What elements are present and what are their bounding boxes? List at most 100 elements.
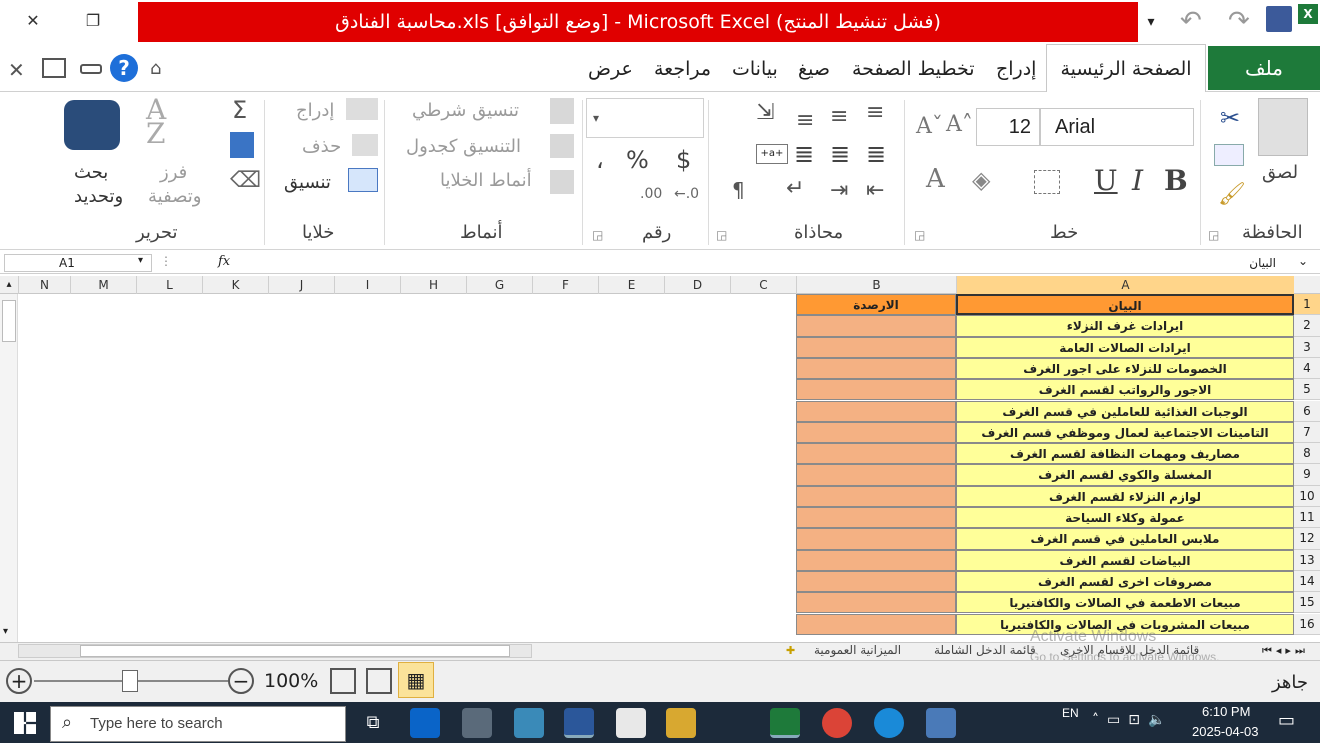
tab-data[interactable]: بيانات [732, 52, 778, 86]
cell-balance[interactable] [796, 421, 956, 444]
chrome-icon[interactable] [822, 708, 852, 738]
cell-balance[interactable] [796, 379, 956, 401]
taskbar-date[interactable]: 2025-04-03 [1192, 724, 1259, 739]
borders-icon[interactable] [1034, 170, 1060, 194]
insert-sheet-icon[interactable]: ✚ [786, 644, 795, 657]
autosum-button[interactable]: Σ [232, 96, 247, 124]
increase-decimal-icon[interactable]: ←.0 [674, 186, 699, 202]
column-header-f[interactable]: F [532, 276, 598, 294]
name-box-dropdown-icon[interactable]: ▾ [138, 255, 143, 266]
cut-icon[interactable]: ✂ [1220, 104, 1240, 132]
header-cell-balance[interactable]: الارصدة [796, 294, 956, 316]
row-header[interactable]: 1 [1294, 294, 1320, 316]
cell-balance[interactable] [796, 592, 956, 614]
row-header[interactable]: 10 [1294, 485, 1320, 507]
page-break-view-icon[interactable] [330, 668, 356, 694]
expand-formula-icon[interactable]: ⌄ [1298, 254, 1308, 268]
align-middle-icon[interactable]: ≡ [830, 104, 848, 129]
italic-button[interactable]: I [1132, 164, 1143, 197]
row-header[interactable]: 3 [1294, 336, 1320, 358]
app-icon[interactable] [926, 708, 956, 738]
row-header[interactable]: 6 [1294, 400, 1320, 422]
ribbon-collapse-icon[interactable]: ⌂ [150, 58, 161, 79]
format-painter-icon[interactable]: 🖌 [1218, 182, 1246, 207]
header-cell-statement[interactable]: البيان [956, 294, 1294, 316]
clear-icon[interactable]: ⌫ [230, 168, 261, 193]
format-cells-button[interactable]: تنسيق [284, 172, 331, 193]
row-header[interactable]: 4 [1294, 357, 1320, 380]
scroll-down-icon[interactable]: ▾ [3, 626, 8, 637]
row-header[interactable]: 15 [1294, 592, 1320, 614]
customize-qat-icon[interactable]: ▾ [1140, 8, 1162, 36]
cell-balance[interactable] [796, 400, 956, 422]
vertical-scroll-thumb[interactable] [2, 300, 16, 342]
row-header[interactable]: 7 [1294, 421, 1320, 444]
window-restore-icon[interactable] [42, 58, 66, 78]
cell-balance[interactable] [796, 528, 956, 550]
row-header[interactable]: 12 [1294, 528, 1320, 550]
cell-statement[interactable]: الاجور والرواتب لقسم الغرف [956, 379, 1294, 401]
ribbon-minimize-close-icon[interactable]: ✕ [8, 58, 25, 82]
align-bottom-icon[interactable]: ≡ [796, 108, 814, 133]
row-header[interactable]: 13 [1294, 549, 1320, 571]
cell-statement[interactable]: الخصومات للنزلاء على اجور الغرف [956, 357, 1294, 380]
sort-filter-icon[interactable]: AZ [146, 96, 166, 148]
cell-statement[interactable]: البياضات لقسم الغرف [956, 549, 1294, 571]
empty-grid-area[interactable] [18, 294, 796, 642]
tab-review[interactable]: مراجعة [654, 52, 711, 86]
fill-icon[interactable] [230, 132, 254, 158]
outlook-icon[interactable] [410, 708, 440, 738]
fill-color-icon[interactable]: ◈ [972, 166, 990, 194]
cell-balance[interactable] [796, 464, 956, 486]
conditional-format-button[interactable]: تنسيق شرطي [412, 100, 519, 121]
sheet-tab-2[interactable]: قائمة الدخل الشاملة [934, 643, 1036, 657]
currency-button[interactable]: $ [676, 146, 691, 174]
format-as-table-button[interactable]: التنسيق كجدول [406, 136, 521, 157]
decrease-decimal-icon[interactable]: .00 [640, 186, 662, 202]
column-header-k[interactable]: K [202, 276, 268, 294]
file-explorer-icon[interactable] [666, 708, 696, 738]
column-header-m[interactable]: M [70, 276, 136, 294]
column-header-n[interactable]: N [18, 276, 70, 294]
tab-file[interactable]: ملف [1208, 46, 1320, 90]
font-color-icon[interactable]: A [926, 164, 945, 194]
orientation-icon[interactable]: ⇲ [756, 100, 774, 125]
zoom-in-icon[interactable]: + [6, 668, 32, 694]
insert-cells-button[interactable]: إدراج [296, 100, 334, 121]
column-header-b[interactable]: B [796, 276, 956, 294]
scroll-up-icon[interactable]: ▴ [0, 276, 18, 294]
help-icon[interactable]: ? [110, 54, 138, 82]
column-header-a[interactable]: A [956, 276, 1294, 294]
system-tray-icons[interactable]: ˄▭⊡🔈 [1092, 712, 1173, 728]
column-header-i[interactable]: I [334, 276, 400, 294]
cell-balance[interactable] [796, 315, 956, 337]
font-size-box[interactable]: 12 [976, 108, 1040, 146]
cell-balance[interactable] [796, 443, 956, 465]
column-header-c[interactable]: C [730, 276, 796, 294]
cell-statement[interactable]: لوازم النزلاء لقسم الغرف [956, 485, 1294, 507]
zoom-level[interactable]: 100% [264, 670, 318, 692]
cell-statement[interactable]: مصروفات اخرى لقسم الغرف [956, 570, 1294, 593]
restore-icon[interactable]: ❐ [70, 0, 116, 40]
row-header[interactable]: 14 [1294, 570, 1320, 593]
row-header[interactable]: 16 [1294, 613, 1320, 635]
format-cells-icon[interactable] [348, 168, 378, 192]
number-format-select[interactable]: ▾ [586, 98, 704, 138]
cell-statement[interactable]: مصاريف ومهمات النظافة لقسم الغرف [956, 443, 1294, 465]
taskbar-time[interactable]: 6:10 PM [1202, 704, 1250, 719]
row-header[interactable]: 11 [1294, 507, 1320, 529]
align-right-icon[interactable]: ≣ [866, 140, 886, 168]
column-header-l[interactable]: L [136, 276, 202, 294]
column-header-e[interactable]: E [598, 276, 664, 294]
column-header-h[interactable]: H [400, 276, 466, 294]
normal-view-icon[interactable]: ▦ [398, 662, 434, 698]
insert-function-button[interactable]: fx [218, 254, 230, 269]
cell-balance[interactable] [796, 507, 956, 529]
name-box[interactable]: A1 [4, 254, 152, 272]
percent-button[interactable]: % [626, 146, 649, 174]
dialog-launcher-icon[interactable]: ◲ [914, 228, 925, 242]
row-header[interactable]: 2 [1294, 315, 1320, 337]
cell-styles-button[interactable]: أنماط الخلايا [440, 170, 532, 191]
page-layout-view-icon[interactable] [366, 668, 392, 694]
vertical-scrollbar[interactable] [0, 294, 18, 642]
